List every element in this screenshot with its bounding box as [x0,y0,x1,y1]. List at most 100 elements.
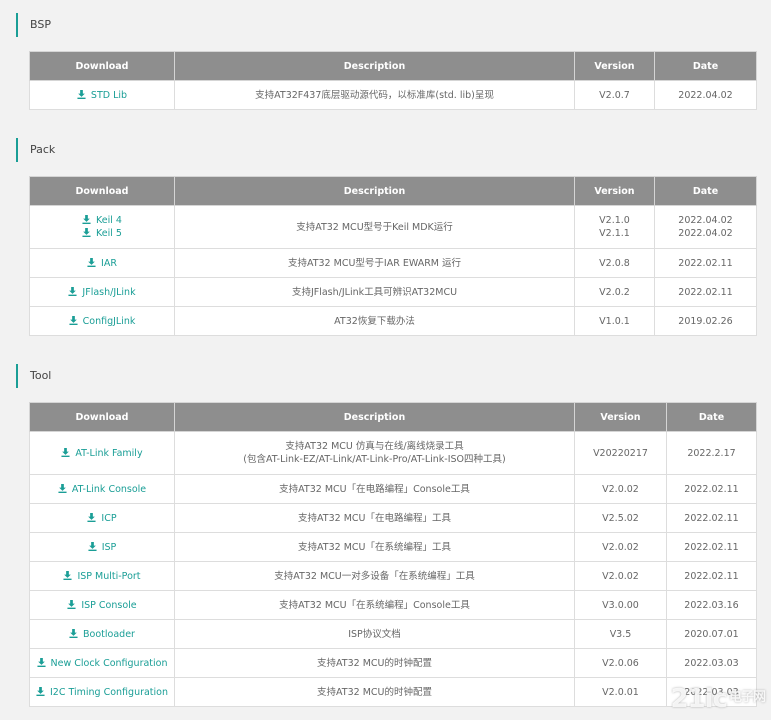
description-text: 支持AT32 MCU「在电路编程」工具 [298,512,451,524]
header-download: Download [29,176,175,206]
header-date: Date [654,51,757,81]
description-cell: 支持AT32 MCU的时钟配置 [174,648,575,678]
download-link-label: ConfigJLink [82,315,136,327]
table-row: Bootloader ISP协议文档 V3.5 2020.07.01 [29,619,757,649]
download-link[interactable]: ISP Multi-Port [30,570,174,583]
download-link-label: Keil 4 [96,215,122,226]
download-link[interactable]: Keil 5 [30,227,174,240]
description-cell: 支持AT32 MCU「在电路编程」Console工具 [174,474,575,504]
description-text: 支持AT32 MCU型号于Keil MDK运行 [296,221,453,233]
date-text: 2022.04.02 [678,228,733,239]
download-link-label: AT-Link Family [75,447,143,459]
download-cell: AT-Link Family [29,431,175,475]
description-cell: 支持AT32 MCU型号于IAR EWARM 运行 [174,248,575,278]
description-cell: 支持AT32 MCU型号于Keil MDK运行 [174,205,575,249]
section-title-bsp: BSP [16,13,51,37]
description-cell: AT32恢复下载办法 [174,306,575,336]
date-text: 2022.02.11 [684,570,739,582]
description-text: 支持JFlash/JLink工具可辨识AT32MCU [291,286,458,298]
description-cell: 支持AT32F437底层驱动源代码，以标准库(std. lib)呈现 [174,80,575,110]
version-text: V20220217 [593,447,648,459]
version-cell: V2.0.8 [574,248,655,278]
table-row: AT-Link Console 支持AT32 MCU「在电路编程」Console工… [29,474,757,504]
download-cell: New Clock Configuration [29,648,175,678]
section-title-pack: Pack [16,138,55,162]
date-text: 2019.02.26 [678,315,733,327]
download-icon [67,599,76,609]
version-text: V2.0.7 [599,89,630,101]
version-cell: V2.0.7 [574,80,655,110]
version-text: V2.1.0 [599,215,630,226]
download-link-label: Bootloader [83,628,135,640]
version-cell: V3.5 [574,619,667,649]
date-text: 2022.02.11 [684,483,739,495]
date-text: 2020.07.01 [684,628,739,640]
date-text: 2022.02.11 [678,286,733,298]
download-cell: JFlash/JLink [29,277,175,307]
header-version: Version [574,176,655,206]
version-text: V2.0.06 [602,657,639,669]
download-link[interactable]: STD Lib [30,89,174,102]
version-cell: V3.0.00 [574,590,667,620]
description-text: (包含AT-Link-EZ/AT-Link/AT-Link-Pro/AT-Lin… [243,454,506,465]
date-cell: 2020.07.01 [666,619,757,649]
description-cell: 支持AT32 MCU一对多设备「在系统编程」工具 [174,561,575,591]
date-text: 2022.03.16 [684,599,739,611]
download-icon [69,315,78,325]
download-icon [77,89,86,99]
version-cell: V2.0.02 [574,561,667,591]
download-link[interactable]: Keil 4 [30,214,174,227]
download-cell: ISP Console [29,590,175,620]
table-row: ISP Console 支持AT32 MCU「在系统编程」Console工具 V3.… [29,590,757,620]
download-link[interactable]: ConfigJLink [30,315,174,328]
download-link[interactable]: New Clock Configuration [30,657,174,670]
description-text: AT32恢复下载办法 [334,315,415,327]
download-icon [61,447,70,457]
version-cell: V2.5.02 [574,503,667,533]
download-link[interactable]: ISP Console [30,599,174,612]
download-link[interactable]: Bootloader [30,628,174,641]
header-date: Date [654,176,757,206]
header-download: Download [29,402,175,432]
download-link[interactable]: AT-Link Family [30,447,174,460]
date-text: 2022.02.11 [678,257,733,269]
description-cell: 支持AT32 MCU「在系统编程」Console工具 [174,590,575,620]
table-row: ISP 支持AT32 MCU「在系统编程」工具 V2.0.02 2022.02.11 [29,532,757,562]
version-text: V2.0.01 [602,686,639,698]
version-text: V2.0.2 [599,286,630,298]
download-link-label: ISP [101,541,117,553]
table-row: ISP Multi-Port 支持AT32 MCU一对多设备「在系统编程」工具 V2… [29,561,757,591]
download-link[interactable]: JFlash/JLink [30,286,174,299]
download-icon [69,628,78,638]
download-link-label: ICP [101,512,117,524]
version-text: V2.0.02 [602,541,639,553]
version-text: V2.0.02 [602,570,639,582]
download-link-label: I2C Timing Configuration [49,686,169,698]
header-description: Description [174,51,575,81]
version-cell: V2.0.2 [574,277,655,307]
download-link[interactable]: ISP [30,541,174,554]
download-link-label: JFlash/JLink [82,286,136,298]
date-cell: 2022.03.03 [666,648,757,678]
download-link-label: IAR [101,257,117,269]
description-text: 支持AT32 MCU一对多设备「在系统编程」工具 [274,570,475,582]
date-cell: 2022.02.11 [654,248,757,278]
version-cell: V20220217 [574,431,667,475]
download-link[interactable]: I2C Timing Configuration [30,686,174,699]
description-text: 支持AT32 MCU的时钟配置 [317,657,432,669]
download-icon [36,657,46,667]
date-cell: 2022.02.11 [666,474,757,504]
table-row: IAR 支持AT32 MCU型号于IAR EWARM 运行 V2.0.8 2022.0… [29,248,757,278]
download-link-label: ISP Console [81,599,137,611]
download-link[interactable]: ICP [30,512,174,525]
download-link-label: New Clock Configuration [50,657,168,669]
download-link[interactable]: AT-Link Console [30,483,174,496]
description-text: 支持AT32 MCU「在电路编程」Console工具 [279,483,470,495]
watermark-logo: 21ic 电子网 [670,684,766,714]
download-link[interactable]: IAR [30,257,174,270]
download-cell: Bootloader [29,619,175,649]
header-version: Version [574,51,655,81]
description-cell: 支持AT32 MCU「在系统编程」工具 [174,532,575,562]
download-link-label: AT-Link Console [71,483,147,495]
download-icon [88,541,97,551]
